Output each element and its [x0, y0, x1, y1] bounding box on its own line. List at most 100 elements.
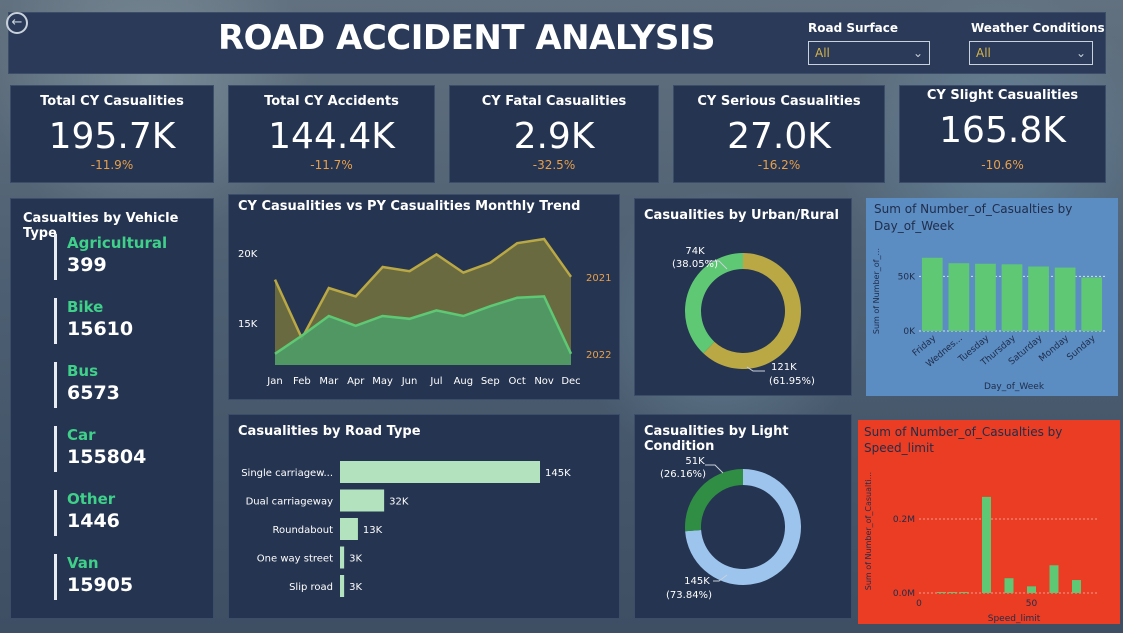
- y-axis-label: Sum of Number_of_...: [872, 248, 881, 334]
- vehicle-name: Other: [67, 490, 116, 508]
- chevron-down-icon: ⌄: [1075, 46, 1086, 60]
- slice-pct-label: (38.05%): [672, 259, 718, 270]
- kpi-card-total-casualties: Total CY Casualities 195.7K -11.9%: [10, 85, 214, 183]
- vehicle-name: Car: [67, 426, 96, 444]
- chart-title-line2: Day_of_Week: [874, 219, 954, 233]
- road-type-panel: Casualities by Road Type Single carriage…: [228, 414, 620, 619]
- urban-rural-donut: 74K (38.05%) 121K (61.95%): [672, 246, 815, 387]
- x-tick-label: 50: [1026, 599, 1038, 609]
- monthly-trend-panel: CY Casualities vs PY Casualities Monthly…: [228, 194, 620, 400]
- vehicle-name: Van: [67, 554, 99, 572]
- page-title: ROAD ACCIDENT ANALYSIS: [218, 18, 716, 58]
- vehicle-item: Agricultural 399: [54, 234, 167, 280]
- chart-title-line1: Sum of Number_of_Casualties by: [864, 425, 1062, 439]
- y-tick-label: 0K: [903, 327, 916, 337]
- category-label: Dual carriageway: [246, 497, 334, 508]
- vehicle-type-panel: Casualties by Vehicle Type Agricultural …: [10, 198, 214, 619]
- bar: [921, 257, 943, 331]
- x-tick-label: Nov: [534, 376, 554, 387]
- x-axis-label: Day_of_Week: [984, 382, 1045, 392]
- bar: [340, 546, 345, 569]
- kpi-title: CY Serious Casualities: [697, 94, 861, 109]
- category-label: Roundabout: [273, 525, 334, 536]
- y-tick-label: 50K: [898, 272, 916, 282]
- weather-conditions-dropdown[interactable]: All ⌄: [969, 41, 1093, 65]
- bar: [340, 461, 540, 483]
- light-condition-donut: 51K (26.16%) 145K (73.84%): [660, 456, 801, 601]
- category-label: One way street: [257, 554, 333, 565]
- y-axis-label: Sum of Number_of_Casualti...: [864, 472, 873, 590]
- chart-title-line1: Sum of Number_of_Casualties by: [874, 202, 1072, 216]
- speed-limit-chart: Sum of Number_of_Casualties by Speed_limi…: [864, 425, 1099, 624]
- x-tick-label: Monday: [1037, 333, 1071, 364]
- bar: [1054, 267, 1076, 331]
- x-tick-label: Aug: [454, 376, 474, 387]
- slice-value-label: 74K: [685, 246, 705, 257]
- slice-value-label: 51K: [685, 456, 705, 467]
- y-tick-label: 0.2M: [893, 515, 915, 525]
- y-tick-label: 0.0M: [893, 589, 915, 599]
- kpi-card-serious-casualties: CY Serious Casualities 27.0K -16.2%: [673, 85, 885, 183]
- road-surface-dropdown[interactable]: All ⌄: [808, 41, 930, 65]
- kpi-title: CY Fatal Casualities: [481, 94, 627, 109]
- category-label: Single carriagew...: [241, 468, 333, 479]
- data-label: 3K: [349, 582, 362, 593]
- vehicle-item: Car 155804: [54, 426, 146, 472]
- chevron-down-icon: ⌄: [912, 46, 923, 60]
- vehicle-value: 399: [67, 254, 107, 276]
- kpi-title: Total CY Accidents: [264, 94, 399, 109]
- data-label: 32K: [389, 497, 409, 508]
- y-tick-label: 15K: [238, 319, 258, 330]
- bar: [959, 592, 969, 593]
- bar: [340, 518, 358, 540]
- x-tick-label: May: [372, 376, 393, 387]
- x-tick-label: Apr: [347, 376, 365, 387]
- bar: [1001, 264, 1023, 331]
- kpi-card-total-accidents: Total CY Accidents 144.4K -11.7%: [228, 85, 435, 183]
- kpi-value: 27.0K: [727, 116, 831, 157]
- kpi-value: 2.9K: [513, 116, 595, 157]
- urban-rural-panel: Casualities by Urban/Rural 74K (38.05%) 12…: [634, 198, 852, 396]
- slice-value-label: 145K: [684, 576, 710, 587]
- weather-conditions-value: All: [976, 46, 991, 60]
- back-arrow-icon[interactable]: ←: [6, 12, 28, 34]
- bar: [1027, 586, 1036, 593]
- bar: [1028, 266, 1049, 331]
- vehicle-item: Van 15905: [54, 554, 133, 600]
- bar: [948, 592, 958, 593]
- day-of-week-chart: Sum of Number_of_Casualties by Day_of_Wee…: [872, 202, 1105, 392]
- kpi-delta: -16.2%: [757, 158, 801, 172]
- x-tick-label: Jun: [401, 376, 418, 387]
- vehicle-name: Bike: [67, 298, 104, 316]
- x-tick-label: Jul: [429, 376, 442, 387]
- y-tick-label: 20K: [238, 249, 258, 260]
- bar: [1004, 578, 1014, 593]
- x-axis-label: Speed_limit: [988, 614, 1041, 624]
- series-label-2021: 2021: [586, 273, 611, 284]
- kpi-card-slight-casualties: CY Slight Casualities 165.8K -10.6%: [899, 85, 1106, 183]
- data-label: 3K: [349, 554, 362, 565]
- x-tick-label: Sunday: [1065, 333, 1098, 363]
- bar: [340, 575, 345, 597]
- bar: [975, 263, 996, 331]
- kpi-card-fatal-casualties: CY Fatal Casualities 2.9K -32.5%: [449, 85, 659, 183]
- kpi-title: Total CY Casualities: [40, 94, 184, 109]
- vehicle-name: Bus: [67, 362, 99, 380]
- bar: [1049, 565, 1059, 593]
- x-tick-label: 0: [916, 599, 922, 609]
- slice-value-label: 121K: [771, 362, 797, 373]
- bar: [1072, 580, 1081, 593]
- vehicle-item: Bike 15610: [54, 298, 133, 344]
- bar: [937, 592, 946, 593]
- leader-line: [705, 464, 724, 474]
- bar: [982, 496, 991, 593]
- series-label-2022: 2022: [586, 350, 611, 361]
- x-tick-label: Oct: [509, 376, 526, 387]
- road-surface-label: Road Surface: [808, 21, 899, 35]
- x-tick-label: Sep: [481, 376, 500, 387]
- road-type-chart: Single carriagew... 145K Dual carriageway 3…: [241, 461, 571, 597]
- data-label: 145K: [545, 468, 571, 479]
- road-surface-value: All: [815, 46, 830, 60]
- slice-pct-label: (61.95%): [769, 376, 815, 387]
- x-tick-label: Jan: [266, 376, 282, 387]
